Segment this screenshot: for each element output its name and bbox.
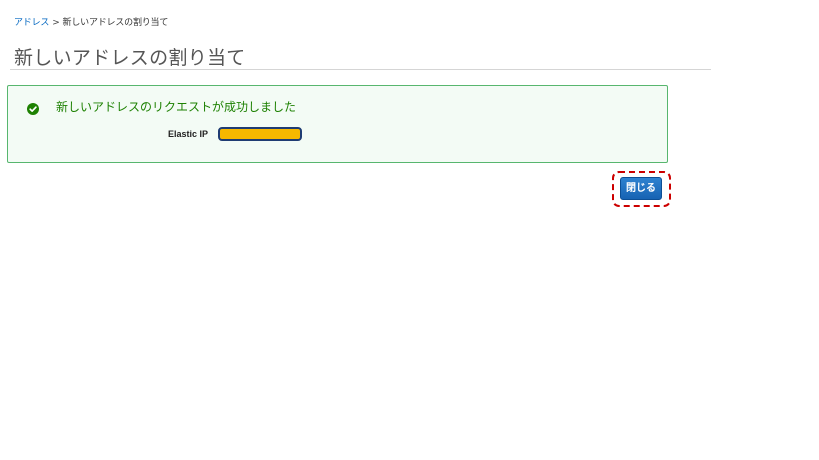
success-alert: 新しいアドレスのリクエストが成功しました Elastic IP: [7, 85, 668, 163]
breadcrumb-separator: >: [52, 18, 60, 28]
breadcrumb-current: 新しいアドレスの割り当て: [62, 18, 169, 28]
title-divider: [10, 69, 711, 70]
breadcrumb: アドレス > 新しいアドレスの割り当て: [14, 15, 168, 28]
success-message: 新しいアドレスのリクエストが成功しました: [56, 100, 297, 114]
check-circle-icon: [27, 100, 39, 115]
page-title: 新しいアドレスの割り当て: [14, 47, 246, 69]
breadcrumb-link-addresses[interactable]: アドレス: [14, 18, 49, 28]
close-button[interactable]: 閉じる: [620, 177, 662, 200]
allocate-address-page: アドレス > 新しいアドレスの割り当て 新しいアドレスの割り当て 新しいアドレスのリ…: [0, 0, 819, 460]
elastic-ip-value-redacted: [218, 127, 302, 141]
elastic-ip-label: Elastic IP: [168, 129, 209, 139]
